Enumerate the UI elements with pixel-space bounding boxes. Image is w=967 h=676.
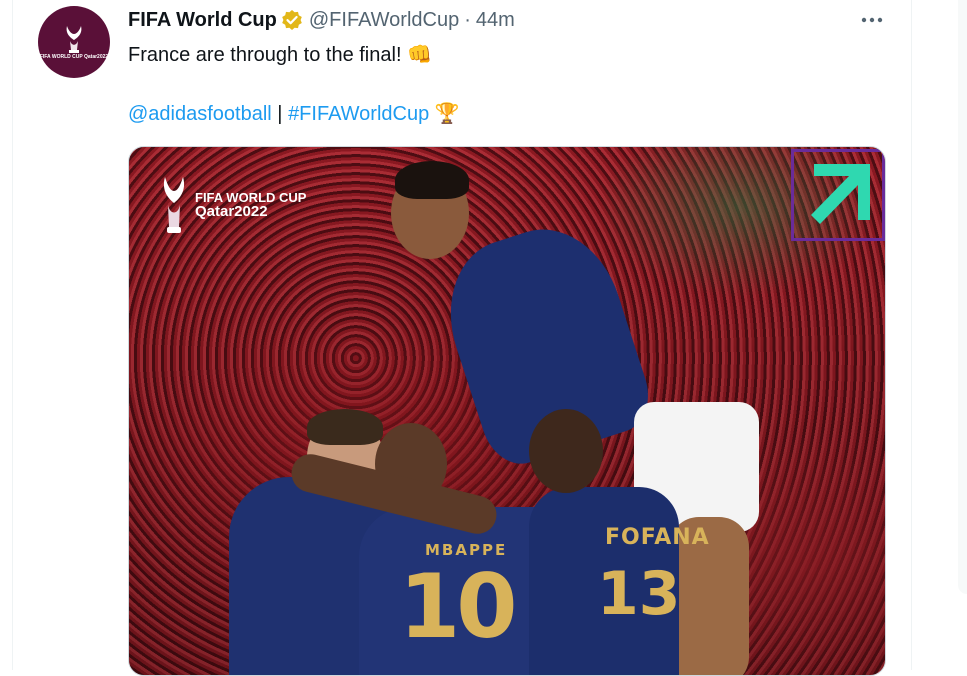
header-separator: · bbox=[464, 8, 471, 31]
jersey-back-name: MBAPPE bbox=[425, 541, 508, 559]
tweet-media-image[interactable]: FIFA WORLD CUP Qatar2022 10 MBAPPE FOFAN… bbox=[128, 146, 886, 676]
world-cup-trophy-icon bbox=[66, 26, 82, 53]
player-hair-left bbox=[307, 409, 383, 445]
tweet-text: France are through to the final! bbox=[128, 44, 402, 66]
avatar-logo-text: FIFA WORLD CUP Qatar2022 bbox=[39, 54, 109, 60]
jersey-name-side: FOFANA bbox=[605, 525, 710, 550]
jersey-number-main: 10 bbox=[399, 555, 517, 658]
brand-arrow-icon bbox=[811, 164, 870, 224]
hashtag-link[interactable]: #FIFAWorldCup bbox=[288, 103, 429, 125]
mention-link[interactable]: @adidasfootball bbox=[128, 103, 272, 125]
brand-logo-frame bbox=[791, 149, 885, 241]
jersey-number-side: 13 bbox=[597, 559, 681, 629]
author-name[interactable]: FIFA World Cup bbox=[128, 9, 277, 32]
tweet-text-line1: France are through to the final! 👊 bbox=[128, 42, 432, 67]
watermark-line2: Qatar2022 bbox=[195, 203, 268, 220]
tweet-text-line2: @adidasfootball | #FIFAWorldCup 🏆 bbox=[128, 101, 460, 126]
trophy-emoji-icon: 🏆 bbox=[434, 103, 460, 125]
right-sidebar-edge bbox=[958, 0, 967, 594]
tweet-timestamp[interactable]: 44m bbox=[476, 9, 515, 32]
world-cup-logo-icon bbox=[163, 177, 185, 233]
tweet-header: FIFA World Cup @FIFAWorldCup · 44m bbox=[128, 6, 515, 34]
player-hair bbox=[395, 161, 469, 199]
world-cup-watermark: FIFA WORLD CUP Qatar2022 bbox=[159, 173, 306, 237]
more-options-icon[interactable] bbox=[858, 10, 886, 30]
text-divider: | bbox=[277, 103, 283, 125]
player-head-right bbox=[529, 409, 603, 493]
profile-avatar[interactable]: FIFA WORLD CUP Qatar2022 bbox=[38, 6, 110, 78]
verified-badge-icon bbox=[282, 10, 302, 30]
fist-emoji-icon: 👊 bbox=[407, 44, 432, 66]
author-handle[interactable]: @FIFAWorldCup bbox=[309, 9, 459, 32]
